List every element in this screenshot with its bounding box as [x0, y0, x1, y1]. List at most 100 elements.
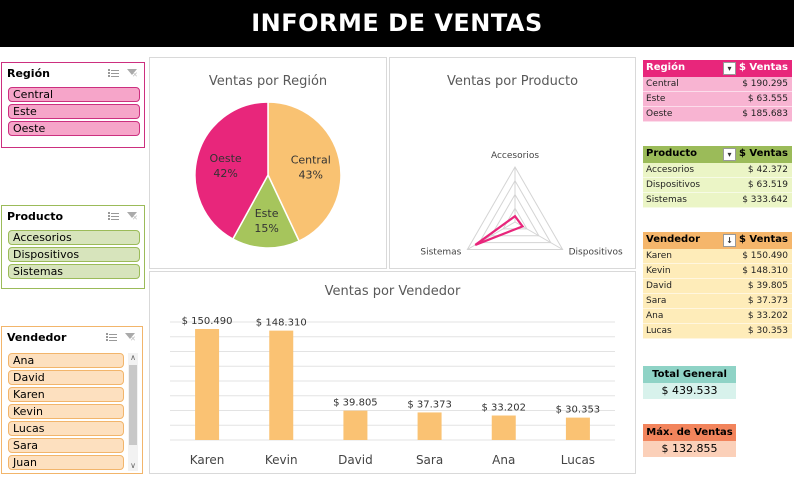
- multi-select-icon[interactable]: [106, 333, 118, 343]
- bar-lucas: [565, 417, 590, 440]
- table-row: Central $ 190.295: [643, 77, 792, 92]
- region-slicer-item[interactable]: Oeste: [8, 121, 140, 136]
- region-table-col2: $ Ventas: [738, 62, 788, 73]
- bar-karen: [195, 329, 220, 440]
- seller-slicer-item[interactable]: Juan: [8, 455, 124, 470]
- table-row: Oeste $ 185.683: [643, 107, 792, 122]
- filter-dropdown-icon[interactable]: ▾: [723, 148, 736, 161]
- product-slicer-item[interactable]: Dispositivos: [8, 247, 140, 262]
- row-label: Central: [646, 79, 679, 89]
- product-table-header: Producto ▾ $ Ventas: [643, 146, 792, 163]
- seller-slicer-item[interactable]: Kevin: [8, 404, 124, 419]
- row-value: $ 63.519: [747, 180, 788, 190]
- row-label: Karen: [646, 251, 673, 261]
- scroll-up-icon[interactable]: ∧: [128, 353, 138, 363]
- row-label: Dispositivos: [646, 180, 701, 190]
- region-slicer: Región Central Este Oeste: [1, 62, 145, 148]
- seller-slicer-scrollbar[interactable]: ∧ ∨: [128, 353, 138, 471]
- total-general-value: $ 439.533: [643, 383, 736, 399]
- bar-ana: [491, 415, 516, 440]
- clear-filter-icon[interactable]: [126, 69, 138, 79]
- bar-data-label: $ 150.490: [182, 316, 233, 327]
- row-value: $ 33.202: [747, 311, 788, 321]
- row-label: Sistemas: [646, 195, 687, 205]
- row-value: $ 63.555: [747, 94, 788, 104]
- seller-table-header: Vendedor ↓ $ Ventas: [643, 232, 792, 249]
- bar-data-label: $ 148.310: [256, 318, 307, 329]
- product-pivot-table: Producto ▾ $ Ventas Accesorios $ 42.372 …: [643, 146, 792, 208]
- product-chart-panel: Ventas por Producto Accesorios Dispositiv…: [389, 57, 636, 269]
- seller-slicer-item[interactable]: Ana: [8, 353, 124, 368]
- bar-category-label: Kevin: [265, 453, 298, 467]
- region-slicer-item[interactable]: Central: [8, 87, 140, 102]
- row-label: Kevin: [646, 266, 671, 276]
- seller-slicer-item[interactable]: Sara: [8, 438, 124, 453]
- sort-filter-icon[interactable]: ↓: [723, 234, 736, 247]
- multi-select-icon[interactable]: [108, 212, 120, 222]
- radar-category-label: Sistemas: [420, 248, 461, 258]
- filter-dropdown-icon[interactable]: ▾: [723, 62, 736, 75]
- seller-table-col2: $ Ventas: [738, 234, 788, 245]
- bar-category-label: Ana: [492, 453, 515, 467]
- table-row: Sistemas $ 333.642: [643, 193, 792, 208]
- scroll-down-icon[interactable]: ∨: [128, 461, 138, 471]
- bar-kevin: [269, 330, 294, 440]
- bar-category-label: David: [338, 453, 373, 467]
- row-value: $ 37.373: [747, 296, 788, 306]
- seller-bar-chart: $ 150.490 Karen $ 148.310 Kevin $ 39.805 Davi…: [170, 316, 615, 467]
- row-label: David: [646, 281, 672, 291]
- region-slicer-item[interactable]: Este: [8, 104, 140, 119]
- bar-data-label: $ 37.373: [407, 399, 452, 410]
- seller-pivot-table: Vendedor ↓ $ Ventas Karen $ 150.490 Kevi…: [643, 232, 792, 339]
- product-slicer-item[interactable]: Accesorios: [8, 230, 140, 245]
- product-slicer-title: Producto: [7, 210, 64, 223]
- table-row: Sara $ 37.373: [643, 294, 792, 309]
- product-table-col1: Producto: [646, 148, 697, 159]
- bar-category-label: Lucas: [561, 453, 595, 467]
- pie-label-percent: 43%: [299, 168, 323, 181]
- row-label: Ana: [646, 311, 664, 321]
- multi-select-icon[interactable]: [108, 69, 120, 79]
- total-general-label: Total General: [643, 366, 736, 383]
- clear-filter-icon[interactable]: [126, 212, 138, 222]
- pie-label-percent: 15%: [254, 222, 278, 235]
- report-title: INFORME DE VENTAS: [251, 9, 543, 37]
- row-value: $ 150.490: [742, 251, 788, 261]
- radar-category-label: Dispositivos: [569, 248, 623, 258]
- bar-sara: [417, 412, 442, 440]
- seller-slicer-item[interactable]: David: [8, 370, 124, 385]
- region-chart-panel: Ventas por Región Central 43% Este 15% Oeste…: [149, 57, 387, 269]
- clear-filter-icon[interactable]: [124, 333, 136, 343]
- table-row: Ana $ 33.202: [643, 309, 792, 324]
- radar-category-label: Accesorios: [491, 151, 539, 161]
- region-pivot-table: Región ▾ $ Ventas Central $ 190.295 Este…: [643, 60, 792, 122]
- region-table-col1: Región: [646, 62, 686, 73]
- bar-data-label: $ 39.805: [333, 398, 378, 409]
- seller-chart-panel: Ventas por Vendedor $ 150.490 Karen $ 148.…: [149, 271, 636, 474]
- pie-label-percent: 42%: [213, 167, 237, 180]
- product-slicer: Producto Accesorios Dispositivos Sistema…: [1, 205, 145, 289]
- seller-slicer-title: Vendedor: [7, 331, 67, 344]
- scroll-thumb[interactable]: [129, 365, 137, 445]
- row-value: $ 190.295: [742, 79, 788, 89]
- bar-data-label: $ 30.353: [556, 405, 601, 416]
- region-slicer-title: Región: [7, 67, 50, 80]
- seller-slicer: Vendedor Ana David Karen Kevin Lucas Sar…: [1, 326, 143, 474]
- seller-slicer-item[interactable]: Karen: [8, 387, 124, 402]
- table-row: Kevin $ 148.310: [643, 264, 792, 279]
- product-slicer-item[interactable]: Sistemas: [8, 264, 140, 279]
- table-row: Este $ 63.555: [643, 92, 792, 107]
- bar-david: [343, 410, 368, 440]
- max-sales-label: Máx. de Ventas: [643, 424, 736, 441]
- total-general-card: Total General $ 439.533: [643, 366, 736, 399]
- row-value: $ 333.642: [742, 195, 788, 205]
- row-label: Este: [646, 94, 666, 104]
- table-row: Accesorios $ 42.372: [643, 163, 792, 178]
- table-row: Karen $ 150.490: [643, 249, 792, 264]
- bar-category-label: Karen: [190, 453, 225, 467]
- product-radar-chart: Accesorios Dispositivos Sistemas: [420, 151, 623, 258]
- seller-slicer-item[interactable]: Lucas: [8, 421, 124, 436]
- pie-label-category: Oeste: [209, 152, 241, 165]
- pie-label-category: Este: [255, 207, 279, 220]
- row-label: Lucas: [646, 326, 672, 336]
